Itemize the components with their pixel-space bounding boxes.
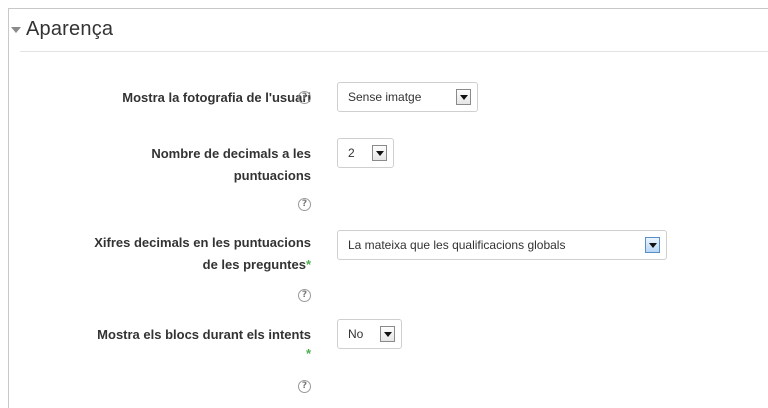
help-icon[interactable]: ? bbox=[298, 198, 311, 211]
show-blocks-label: Mostra els blocs durant els intents * bbox=[97, 324, 311, 362]
decimals-select[interactable]: 2 bbox=[337, 138, 394, 168]
decimals-select-value: 2 bbox=[348, 146, 355, 160]
question-decimals-select-value: La mateixa que les qualificacions global… bbox=[348, 238, 566, 252]
section-title: Aparença bbox=[26, 17, 114, 40]
photo-label-text: Mostra la fotografia de l'usuari bbox=[122, 90, 311, 105]
question-decimals-label-line2: de les preguntes bbox=[202, 257, 306, 272]
question-decimals-label: Xifres decimals en les puntuacions de le… bbox=[94, 232, 311, 276]
show-blocks-select[interactable]: No bbox=[337, 319, 402, 349]
question-decimals-label-line1: Xifres decimals en les puntuacions bbox=[94, 235, 311, 250]
decimals-label-line2: puntuacions bbox=[233, 168, 311, 183]
decimals-label: Nombre de decimals a les puntuacions bbox=[151, 143, 311, 187]
section-divider bbox=[20, 51, 768, 52]
show-blocks-label-text: Mostra els blocs durant els intents bbox=[97, 327, 311, 342]
decimals-label-line1: Nombre de decimals a les bbox=[151, 146, 311, 161]
photo-select-value: Sense imatge bbox=[348, 90, 422, 104]
chevron-down-icon[interactable] bbox=[372, 145, 387, 161]
show-blocks-select-value: No bbox=[348, 327, 364, 341]
chevron-down-icon[interactable] bbox=[456, 89, 471, 105]
question-decimals-label-line2-wrap: de les preguntes* bbox=[94, 254, 311, 276]
photo-select[interactable]: Sense imatge bbox=[337, 82, 478, 112]
help-icon[interactable]: ? bbox=[298, 91, 311, 104]
chevron-down-icon[interactable] bbox=[645, 237, 660, 253]
required-asterisk: * bbox=[305, 346, 311, 361]
collapse-arrow-icon[interactable] bbox=[11, 27, 21, 33]
chevron-down-icon[interactable] bbox=[380, 326, 395, 342]
section-header[interactable]: Aparença bbox=[11, 14, 113, 44]
help-icon[interactable]: ? bbox=[298, 380, 311, 393]
question-decimals-select[interactable]: La mateixa que les qualificacions global… bbox=[337, 230, 667, 260]
help-icon[interactable]: ? bbox=[298, 289, 311, 302]
photo-label: Mostra la fotografia de l'usuari bbox=[122, 87, 311, 109]
required-asterisk: * bbox=[305, 257, 311, 272]
